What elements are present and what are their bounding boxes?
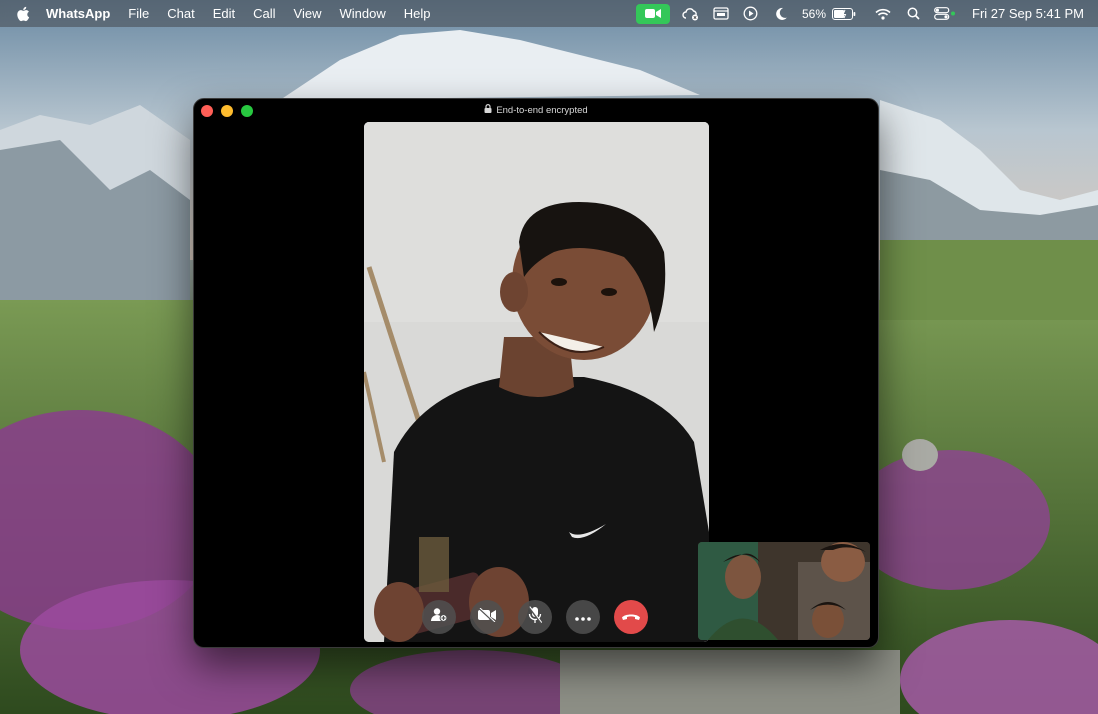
self-video-preview[interactable] <box>698 542 870 640</box>
encryption-notice: End-to-end encrypted <box>194 104 878 116</box>
menu-bar-status-area: 56% Fri 27 Sep 5:41 PM <box>635 0 1098 27</box>
battery-percent: 56% <box>801 6 826 21</box>
screen-share-icon[interactable] <box>712 6 730 22</box>
search-icon[interactable] <box>904 6 922 22</box>
remote-video-feed <box>364 122 709 642</box>
mic-off-icon <box>528 605 543 629</box>
more-options-button[interactable] <box>566 600 600 634</box>
battery-icon[interactable] <box>832 6 856 22</box>
add-participant-button[interactable] <box>422 600 456 634</box>
self-preview-image <box>698 542 870 640</box>
encryption-label: End-to-end encrypted <box>496 104 588 116</box>
menu-bar: WhatsApp File Chat Edit Call View Window… <box>0 0 1098 27</box>
cloud-status-icon[interactable] <box>682 6 700 22</box>
camera-off-icon <box>477 606 497 627</box>
menu-help[interactable]: Help <box>404 6 431 21</box>
menu-window[interactable]: Window <box>339 6 385 21</box>
menu-chat[interactable]: Chat <box>167 6 194 21</box>
mute-button[interactable] <box>518 600 552 634</box>
moon-icon[interactable] <box>772 6 790 22</box>
remote-participant-image <box>364 122 709 642</box>
video-camera-icon[interactable] <box>635 3 670 24</box>
call-controls <box>422 600 648 634</box>
menu-bar-clock[interactable]: Fri 27 Sep 5:41 PM <box>972 6 1084 21</box>
menu-edit[interactable]: Edit <box>213 6 235 21</box>
apple-icon[interactable] <box>16 6 30 22</box>
wifi-icon[interactable] <box>874 6 892 22</box>
menu-call[interactable]: Call <box>253 6 275 21</box>
menu-app-name[interactable]: WhatsApp <box>46 6 110 21</box>
end-call-icon <box>621 608 641 626</box>
end-call-button[interactable] <box>614 600 648 634</box>
play-icon[interactable] <box>742 6 760 22</box>
control-center-icon[interactable] <box>934 6 956 22</box>
call-window: End-to-end encrypted <box>193 98 879 648</box>
menu-file[interactable]: File <box>128 6 149 21</box>
menu-view[interactable]: View <box>294 6 322 21</box>
camera-toggle-button[interactable] <box>470 600 504 634</box>
add-person-icon <box>430 607 448 628</box>
more-icon <box>575 608 591 626</box>
lock-icon <box>484 104 492 116</box>
